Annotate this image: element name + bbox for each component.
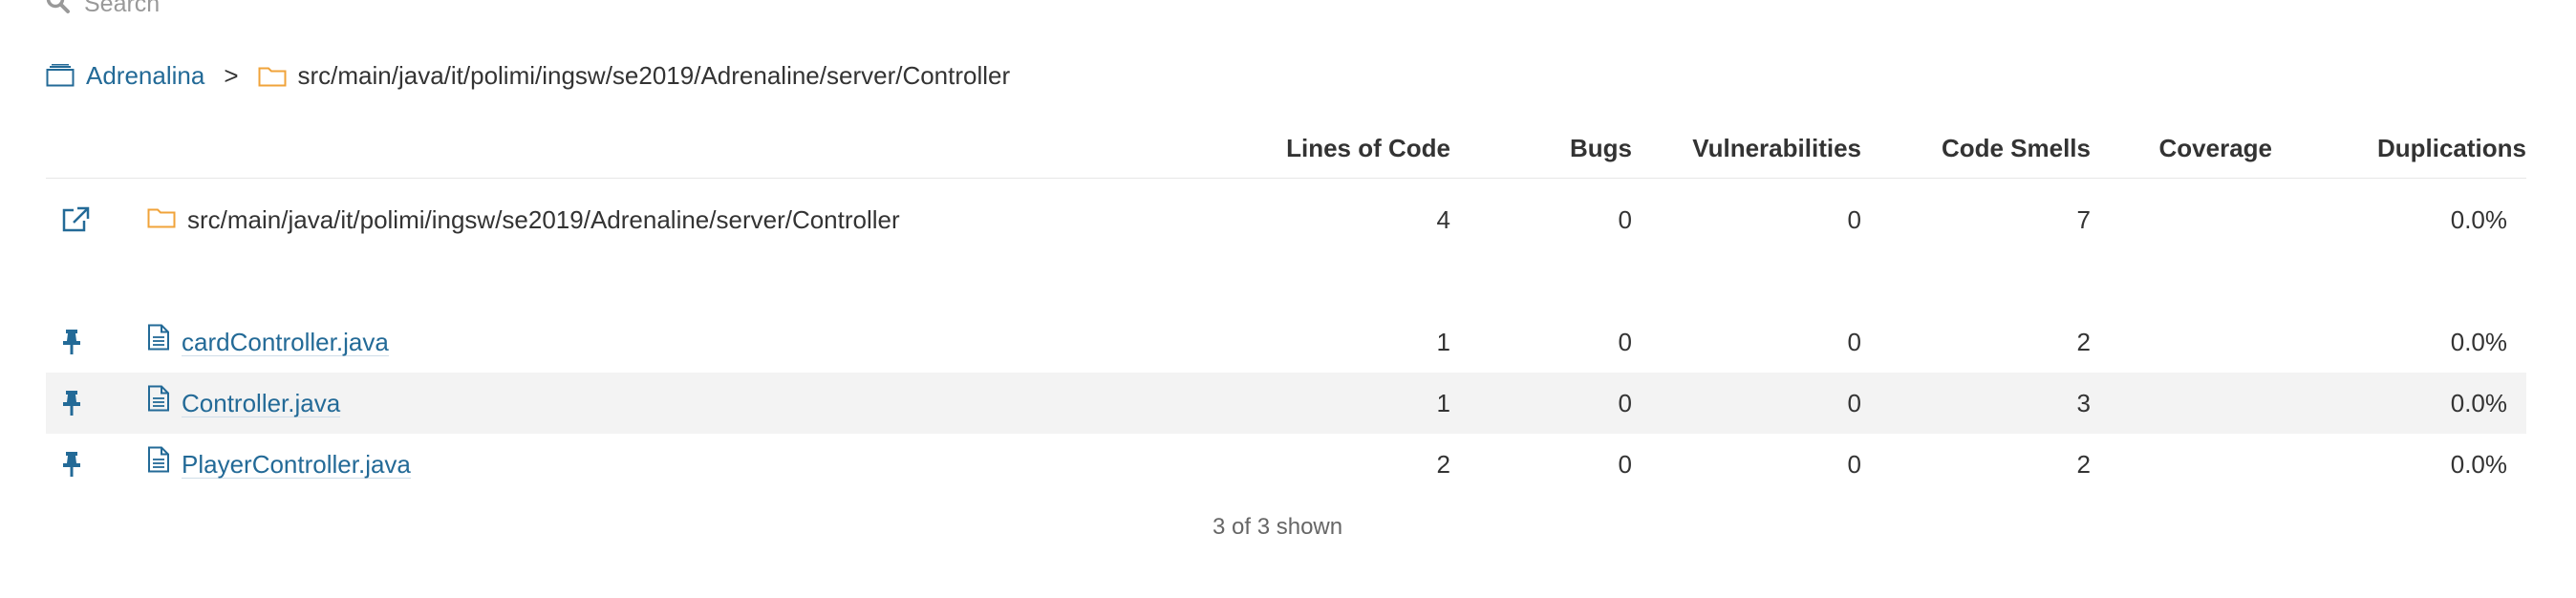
cell-lines-of-code: 4 <box>1436 205 1450 234</box>
base-row-path: src/main/java/it/polimi/ingsw/se2019/Adr… <box>187 205 900 234</box>
folder-icon <box>258 64 287 87</box>
cell-vulnerabilities: 0 <box>1847 328 1861 356</box>
folder-icon <box>147 189 176 250</box>
cell-duplications: 0.0% <box>2450 205 2507 234</box>
cell-vulnerabilities: 0 <box>1847 450 1861 479</box>
search-bar[interactable]: Search <box>46 0 160 23</box>
measures-table: Lines of Code Bugs Vulnerabilities Code … <box>46 118 2526 479</box>
table-row[interactable]: Controller.java 1 0 0 3 0.0% <box>46 373 2526 434</box>
cell-lines-of-code: 1 <box>1436 328 1450 356</box>
column-header-duplications[interactable]: Duplications <box>2377 134 2526 163</box>
file-icon <box>147 434 170 495</box>
file-link[interactable]: Controller.java <box>182 390 341 417</box>
table-row[interactable]: PlayerController.java 2 0 0 2 0.0% <box>46 434 2526 495</box>
cell-lines-of-code: 2 <box>1436 450 1450 479</box>
column-header-coverage[interactable]: Coverage <box>2159 134 2273 163</box>
cell-duplications: 0.0% <box>2450 328 2507 356</box>
cell-bugs: 0 <box>1618 450 1632 479</box>
search-input[interactable]: Search <box>84 0 160 18</box>
base-row-name: src/main/java/it/polimi/ingsw/se2019/Adr… <box>147 189 900 250</box>
breadcrumb-separator: > <box>224 60 239 90</box>
cell-code-smells: 3 <box>2076 389 2091 417</box>
shown-count: 3 of 3 shown <box>1213 514 1343 540</box>
column-header-code-smells[interactable]: Code Smells <box>1942 134 2091 163</box>
file-icon <box>147 373 170 434</box>
file-link[interactable]: cardController.java <box>182 329 389 356</box>
file-name[interactable]: Controller.java <box>147 373 341 434</box>
breadcrumb-current-path: src/main/java/it/polimi/ingsw/se2019/Adr… <box>297 60 1011 90</box>
pin-icon[interactable] <box>61 373 82 434</box>
cell-bugs: 0 <box>1618 389 1632 417</box>
table-row[interactable]: cardController.java 1 0 0 2 0.0% <box>46 311 2526 373</box>
table-row-base: src/main/java/it/polimi/ingsw/se2019/Adr… <box>46 189 2526 250</box>
cell-code-smells: 2 <box>2076 450 2091 479</box>
pin-icon[interactable] <box>61 311 82 373</box>
file-icon <box>147 311 170 373</box>
cell-code-smells: 7 <box>2076 205 2091 234</box>
breadcrumb-project-link[interactable]: Adrenalina <box>86 61 204 91</box>
cell-bugs: 0 <box>1618 205 1632 234</box>
cell-vulnerabilities: 0 <box>1847 389 1861 417</box>
project-icon <box>46 64 75 87</box>
column-header-lines-of-code[interactable]: Lines of Code <box>1286 134 1450 163</box>
column-header-vulnerabilities[interactable]: Vulnerabilities <box>1692 134 1861 163</box>
open-external-icon[interactable] <box>61 189 90 250</box>
cell-code-smells: 2 <box>2076 328 2091 356</box>
file-link[interactable]: PlayerController.java <box>182 451 411 479</box>
cell-duplications: 0.0% <box>2450 450 2507 479</box>
file-name[interactable]: PlayerController.java <box>147 434 411 495</box>
column-header-bugs[interactable]: Bugs <box>1570 134 1632 163</box>
cell-bugs: 0 <box>1618 328 1632 356</box>
cell-lines-of-code: 1 <box>1436 389 1450 417</box>
cell-vulnerabilities: 0 <box>1847 205 1861 234</box>
cell-duplications: 0.0% <box>2450 389 2507 417</box>
table-header: Lines of Code Bugs Vulnerabilities Code … <box>46 118 2526 179</box>
file-name[interactable]: cardController.java <box>147 311 389 373</box>
breadcrumb: Adrenalina > src/main/java/it/polimi/ing… <box>46 57 1010 94</box>
pin-icon[interactable] <box>61 434 82 495</box>
search-icon <box>46 0 71 19</box>
